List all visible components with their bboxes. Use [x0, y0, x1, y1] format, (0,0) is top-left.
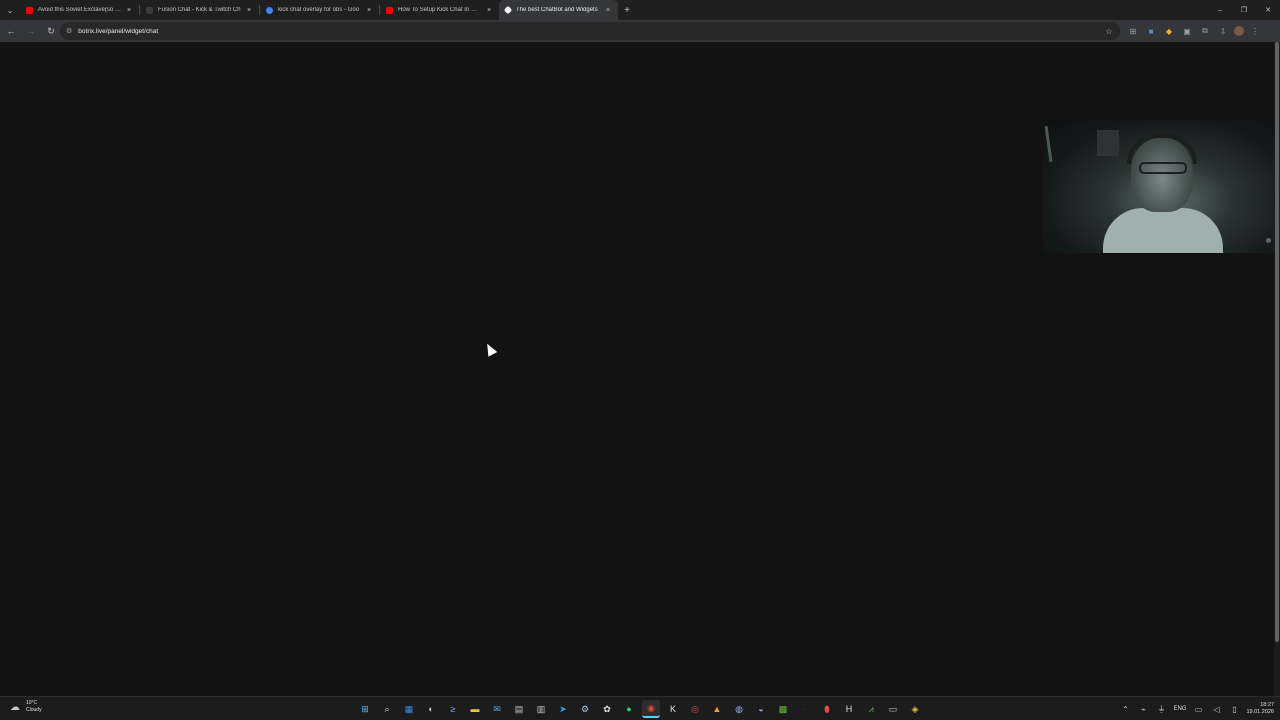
- downloads-icon[interactable]: ⇩: [1216, 24, 1230, 38]
- site-info-icon[interactable]: ⚙: [66, 27, 72, 35]
- clock[interactable]: 18:27 19.01.2026: [1246, 702, 1274, 716]
- notepad-icon[interactable]: ▤: [510, 700, 528, 718]
- clock-date: 19.01.2026: [1246, 709, 1274, 715]
- tab-strip: ⌄ Avoid this Soviet Exclave(so - Y × Fus…: [0, 0, 1280, 20]
- mail-icon[interactable]: ✉: [488, 700, 506, 718]
- scrollbar-thumb[interactable]: [1275, 42, 1279, 642]
- display-icon[interactable]: ▭: [1192, 705, 1204, 714]
- record-icon[interactable]: ⬮: [818, 700, 836, 718]
- page-scrollbar[interactable]: [1274, 42, 1280, 696]
- profile-icon[interactable]: [1234, 26, 1244, 36]
- window-controls: – ❐ ✕: [1208, 0, 1280, 20]
- browser-tab[interactable]: Avoid this Soviet Exclave(so - Y ×: [20, 0, 139, 20]
- headset: [1127, 134, 1197, 164]
- weather-widget[interactable]: ☁ 10°C Cloudy: [8, 700, 42, 714]
- browser-tab[interactable]: Fusion Chat - Kick & Twitch Ch ×: [140, 0, 259, 20]
- webcam-overlay: [1043, 120, 1274, 253]
- puzzle-icon[interactable]: ⊞: [1126, 24, 1140, 38]
- search-icon[interactable]: ⌕: [378, 700, 396, 718]
- system-tray: ⌃ ⌁ ⏚ ENG ▭ ◁ ▯ 18:27 19.01.2026: [1119, 699, 1280, 719]
- clock-time: 18:27: [1260, 702, 1274, 708]
- extensions-icon[interactable]: ⧉: [1198, 24, 1212, 38]
- browser-tab[interactable]: kick chat overlay for obs - Goo ×: [260, 0, 379, 20]
- chart-icon[interactable]: ⩘: [862, 700, 880, 718]
- windows-taskbar: ☁ 10°C Cloudy ⊞ ⌕ ▦ ◐ ≥ ▬ ✉ ▤ ▥ ➤ ⚙ ✿ ● …: [0, 696, 1280, 720]
- copilot-icon[interactable]: ◐: [422, 700, 440, 718]
- weather-condition: Cloudy: [26, 707, 42, 713]
- kick-icon[interactable]: K: [664, 700, 682, 718]
- cloud-icon: ☁: [10, 701, 20, 713]
- file-explorer-icon[interactable]: ▬: [466, 700, 484, 718]
- extensions-area: ⊞ ■ ◆ ▣ ⧉ ⇩ ⋮: [1126, 22, 1262, 40]
- chatgpt-icon[interactable]: ✿: [598, 700, 616, 718]
- chrome-icon[interactable]: ◉: [642, 700, 660, 718]
- person-shirt: [1103, 208, 1223, 253]
- spotify-icon[interactable]: ●: [620, 700, 638, 718]
- bookmark-star-icon[interactable]: ☆: [1102, 27, 1116, 36]
- reload-button[interactable]: ↻: [42, 22, 60, 40]
- fusion-favicon-icon: [146, 6, 153, 14]
- close-window-button[interactable]: ✕: [1256, 0, 1280, 20]
- h-icon[interactable]: H: [840, 700, 858, 718]
- sidebar-icon[interactable]: ▣: [1180, 24, 1194, 38]
- youtube-favicon-icon: [26, 6, 33, 14]
- maximize-button[interactable]: ❐: [1232, 0, 1256, 20]
- menu-icon[interactable]: ⋮: [1248, 24, 1262, 38]
- browser-tab-active[interactable]: The best ChatBot and Widgets ×: [499, 0, 618, 20]
- url-text[interactable]: botrix.live/panel/widget/chat: [78, 28, 1102, 35]
- taskbar-apps: ⊞ ⌕ ▦ ◐ ≥ ▬ ✉ ▤ ▥ ➤ ⚙ ✿ ● ◉ K ◎ ▲ ◍ ◒ ▩ …: [356, 699, 924, 719]
- language-indicator[interactable]: ENG: [1173, 706, 1186, 712]
- close-tab-icon[interactable]: ×: [125, 7, 133, 14]
- windows-start-icon[interactable]: ⊞: [356, 700, 374, 718]
- close-tab-icon[interactable]: ×: [245, 7, 253, 14]
- close-tab-icon[interactable]: ×: [365, 7, 373, 14]
- brave-icon[interactable]: ▲: [708, 700, 726, 718]
- tab-title: Avoid this Soviet Exclave(so - Y: [38, 7, 121, 13]
- glasses: [1139, 162, 1187, 174]
- calendar-icon[interactable]: ▥: [532, 700, 550, 718]
- youtube-favicon-icon: [386, 6, 393, 14]
- obs-icon[interactable]: ◎: [686, 700, 704, 718]
- tab-title: The best ChatBot and Widgets: [516, 7, 598, 13]
- volume-icon[interactable]: ◁: [1210, 705, 1222, 714]
- network-tray-icon[interactable]: ⌁: [1137, 705, 1149, 714]
- steam-icon[interactable]: ⚙: [576, 700, 594, 718]
- browser-toolbar: ← → ↻ ⚙ botrix.live/panel/widget/chat ☆ …: [0, 20, 1280, 42]
- app-icon[interactable]: ·: [796, 700, 814, 718]
- discord-icon[interactable]: ◒: [752, 700, 770, 718]
- back-button[interactable]: ←: [2, 22, 20, 40]
- tab-title: Fusion Chat - Kick & Twitch Ch: [158, 7, 241, 13]
- chevron-up-icon[interactable]: ⌃: [1119, 705, 1131, 714]
- page-content: [0, 42, 1274, 696]
- botrix-favicon-icon: [503, 5, 513, 15]
- tab-title: kick chat overlay for obs - Goo: [278, 7, 360, 13]
- minecraft-icon[interactable]: ▩: [774, 700, 792, 718]
- tab-search-button[interactable]: ⌄: [0, 0, 20, 20]
- close-tab-icon[interactable]: ×: [485, 7, 493, 14]
- new-tab-button[interactable]: +: [618, 0, 636, 20]
- gallery-icon[interactable]: ◈: [906, 700, 924, 718]
- close-tab-icon[interactable]: ×: [604, 7, 612, 14]
- ext-yellow-icon[interactable]: ◆: [1162, 24, 1176, 38]
- scroll-indicator: [1266, 238, 1271, 243]
- tab-title: How To Setup Kick Chat In OBS: [398, 7, 481, 13]
- weather-temp: 10°C: [26, 700, 38, 706]
- browser-tab[interactable]: How To Setup Kick Chat In OBS ×: [380, 0, 499, 20]
- terminal-icon[interactable]: ≥: [444, 700, 462, 718]
- widgets-icon[interactable]: ▦: [400, 700, 418, 718]
- taskmanager-icon[interactable]: ▭: [884, 700, 902, 718]
- browser-icon[interactable]: ◍: [730, 700, 748, 718]
- address-bar[interactable]: ⚙ botrix.live/panel/widget/chat ☆: [60, 22, 1120, 40]
- forward-button[interactable]: →: [22, 22, 40, 40]
- minimize-button[interactable]: –: [1208, 0, 1232, 20]
- background-shelf: [1097, 130, 1119, 156]
- battery-icon[interactable]: ▯: [1228, 705, 1240, 714]
- mic-icon[interactable]: ⏚: [1155, 704, 1167, 715]
- background-lamp: [1044, 125, 1053, 163]
- ext-blue-icon[interactable]: ■: [1144, 24, 1158, 38]
- telegram-icon[interactable]: ➤: [554, 700, 572, 718]
- google-favicon-icon: [266, 6, 273, 14]
